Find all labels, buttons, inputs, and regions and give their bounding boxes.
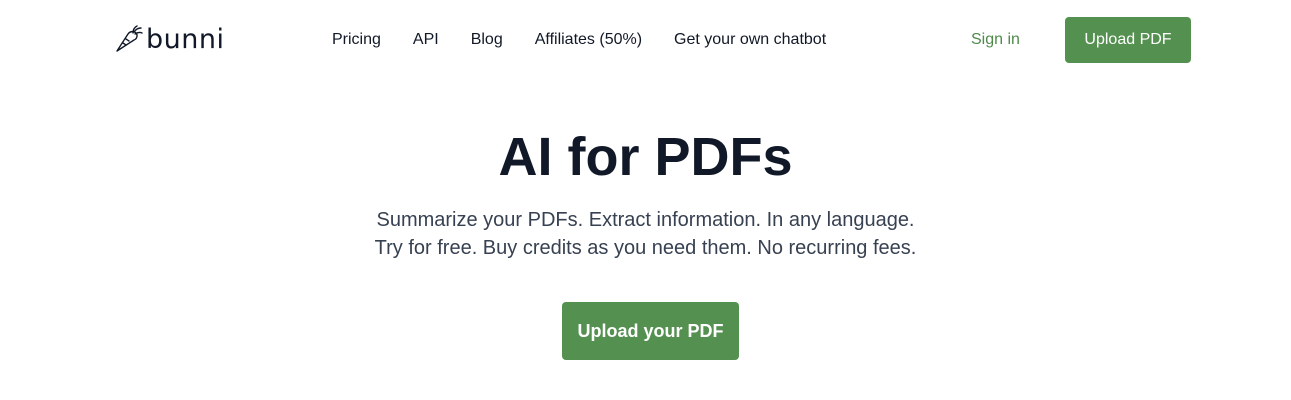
nav-link-affiliates[interactable]: Affiliates (50%) [535, 29, 642, 51]
hero-subtitle-line2: Try for free. Buy credits as you need th… [374, 237, 917, 259]
main-nav: Pricing API Blog Affiliates (50%) Get yo… [332, 29, 826, 51]
upload-pdf-button[interactable]: Upload PDF [1065, 17, 1191, 63]
nav-link-pricing[interactable]: Pricing [332, 29, 381, 51]
upload-your-pdf-button[interactable]: Upload your PDF [562, 302, 739, 360]
carrot-icon [116, 25, 143, 52]
sign-in-link[interactable]: Sign in [971, 29, 1020, 51]
logo-link[interactable]: bunni [114, 22, 224, 56]
nav-link-api[interactable]: API [413, 29, 439, 51]
logo-text: bunni [146, 23, 225, 55]
nav-link-blog[interactable]: Blog [471, 29, 503, 51]
hero-title: AI for PDFs [498, 127, 793, 187]
nav-link-chatbot[interactable]: Get your own chatbot [674, 29, 826, 51]
landing-page: bunni Pricing API Blog Affiliates (50%) … [0, 0, 1291, 400]
hero-subtitle-line1: Summarize your PDFs. Extract information… [376, 209, 915, 231]
top-header: bunni Pricing API Blog Affiliates (50%) … [0, 0, 1291, 80]
